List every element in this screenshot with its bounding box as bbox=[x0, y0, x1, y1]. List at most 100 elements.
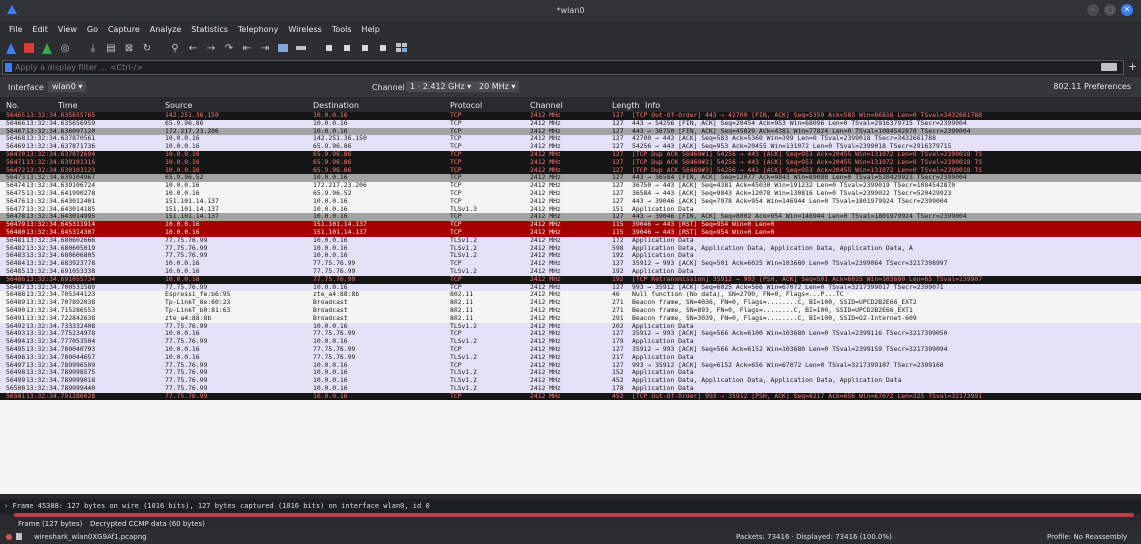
normal-size-icon[interactable] bbox=[358, 41, 372, 55]
packet-row[interactable]: 56485 13:32:34.691053338 10.0.0.16 77.75.76… bbox=[0, 267, 1141, 276]
start-capture-icon[interactable] bbox=[4, 41, 18, 55]
go-forward-icon[interactable]: → bbox=[204, 41, 218, 55]
capture-options-icon[interactable]: ◎ bbox=[58, 41, 72, 55]
autoscroll-icon[interactable] bbox=[276, 41, 290, 55]
menu-capture[interactable]: Capture bbox=[103, 25, 145, 34]
packet-row[interactable]: 56471 13:32:34.639101316 10.0.0.16 65.9.96.… bbox=[0, 158, 1141, 167]
column-time[interactable]: Time bbox=[58, 101, 78, 110]
go-last-icon[interactable]: ⇥ bbox=[258, 41, 272, 55]
packet-row[interactable]: 56486 13:32:34.691055734 10.0.0.16 77.75.76… bbox=[0, 275, 1141, 284]
close-file-icon[interactable]: ⊠ bbox=[122, 41, 136, 55]
column-info[interactable]: Info bbox=[645, 101, 660, 110]
menu-go[interactable]: Go bbox=[82, 25, 103, 34]
stop-capture-icon[interactable] bbox=[22, 41, 36, 55]
packet-row[interactable]: 56493 13:32:34.775234978 10.0.0.16 77.75.76… bbox=[0, 330, 1141, 339]
colorize-icon[interactable] bbox=[294, 41, 308, 55]
minimize-button[interactable]: – bbox=[1087, 4, 1099, 16]
packet-row[interactable]: 56496 13:32:34.780044657 10.0.0.16 77.75.76… bbox=[0, 353, 1141, 362]
menu-help[interactable]: Help bbox=[357, 25, 385, 34]
go-first-icon[interactable]: ⇤ bbox=[240, 41, 254, 55]
packet-list[interactable]: 56465 13:32:34.635655765 142.251.36.150 10.… bbox=[0, 112, 1141, 494]
packet-row[interactable]: 56467 13:32:34.636097120 172.217.23.206 10.… bbox=[0, 127, 1141, 136]
maximize-button[interactable]: □ bbox=[1104, 4, 1116, 16]
packet-row[interactable]: 56499 13:32:34.789999018 77.75.76.99 10.0.0… bbox=[0, 377, 1141, 385]
packet-row[interactable]: 56482 13:32:34.680605019 77.75.76.99 10.0.0… bbox=[0, 244, 1141, 253]
packet-row[interactable]: 56473 13:32:34.639104967 65.9.96.52 10.0.0.… bbox=[0, 174, 1141, 183]
filter-apply-icon[interactable] bbox=[1101, 63, 1117, 71]
resize-columns-icon[interactable] bbox=[376, 41, 390, 55]
packet-row[interactable]: 56495 13:32:34.780040793 10.0.0.16 77.75.76… bbox=[0, 345, 1141, 354]
menu-edit[interactable]: Edit bbox=[27, 25, 53, 34]
packet-row[interactable]: 56480 13:32:34.645314307 10.0.0.16 151.101.… bbox=[0, 228, 1141, 237]
packet-proto: TCP bbox=[450, 135, 462, 143]
column-protocol[interactable]: Protocol bbox=[450, 101, 482, 110]
bandwidth-select[interactable]: 20 MHz ▾ bbox=[475, 81, 520, 92]
column-length[interactable]: Length bbox=[612, 101, 640, 110]
packet-row[interactable]: 56490 13:32:34.715286553 Tp-LinkT_b0:81:63… bbox=[0, 306, 1141, 315]
packet-row[interactable]: 56491 13:32:34.722842638 zte_a4:88:8b Broad… bbox=[0, 314, 1141, 323]
save-file-icon[interactable]: ▤ bbox=[104, 41, 118, 55]
go-back-icon[interactable]: ← bbox=[186, 41, 200, 55]
tab-decrypted-ccmp[interactable]: Decrypted CCMP data (60 bytes) bbox=[90, 520, 205, 528]
expert-info-icon[interactable] bbox=[6, 534, 12, 540]
capture-comment-icon[interactable] bbox=[16, 533, 22, 540]
packet-row[interactable]: 56497 13:32:34.789996509 77.75.76.99 10.0.0… bbox=[0, 361, 1141, 370]
packet-row[interactable]: 56488 13:32:34.705344123 Espressi_fe:b6:95… bbox=[0, 291, 1141, 300]
profile-selector[interactable]: Profile: No Reassembly bbox=[1047, 533, 1127, 541]
close-button[interactable]: ✕ bbox=[1121, 4, 1133, 16]
packet-row[interactable]: 56478 13:32:34.643014995 151.101.14.137 10.… bbox=[0, 213, 1141, 222]
packet-row[interactable]: 56494 13:32:34.777053504 77.75.76.99 10.0.0… bbox=[0, 338, 1141, 346]
packet-row[interactable]: 56489 13:32:34.707892038 Tp-LinkT_8e:60:23… bbox=[0, 299, 1141, 307]
packet-row[interactable]: 56498 13:32:34.789998575 77.75.76.99 10.0.0… bbox=[0, 369, 1141, 378]
menu-view[interactable]: View bbox=[53, 25, 82, 34]
restart-capture-icon[interactable] bbox=[40, 41, 54, 55]
packet-row[interactable]: 56472 13:32:34.639103123 10.0.0.16 65.9.96.… bbox=[0, 166, 1141, 175]
grid-view-icon[interactable] bbox=[394, 41, 408, 55]
column-no[interactable]: No. bbox=[6, 101, 19, 110]
packet-row[interactable]: 56487 13:32:34.700531580 77.75.76.99 10.0.0… bbox=[0, 283, 1141, 292]
menu-analyze[interactable]: Analyze bbox=[145, 25, 187, 34]
reload-file-icon[interactable]: ↻ bbox=[140, 41, 154, 55]
packet-src: 10.0.0.16 bbox=[165, 135, 200, 143]
menu-file[interactable]: File bbox=[4, 25, 27, 34]
packet-row[interactable]: 56477 13:32:34.643014185 151.101.14.137 10.… bbox=[0, 205, 1141, 214]
frame-summary[interactable]: › Frame 45388: 127 bytes on wire (1016 b… bbox=[4, 502, 430, 510]
display-filter-input[interactable] bbox=[15, 61, 1085, 74]
packet-row[interactable]: 56483 13:32:34.680606805 77.75.76.99 10.0.0… bbox=[0, 252, 1141, 261]
wireless-preferences-button[interactable]: 802.11 Preferences bbox=[1049, 81, 1135, 92]
column-source[interactable]: Source bbox=[165, 101, 192, 110]
find-packet-icon[interactable]: ⚲ bbox=[168, 41, 182, 55]
packet-row[interactable]: 56500 13:32:34.789999440 77.75.76.99 10.0.0… bbox=[0, 384, 1141, 393]
packet-no: 56480 bbox=[6, 228, 26, 236]
packet-row[interactable]: 56466 13:32:34.635656959 65.9.96.86 10.0.0.… bbox=[0, 119, 1141, 128]
tab-frame-bytes[interactable]: Frame (127 bytes) bbox=[18, 520, 82, 528]
menu-telephony[interactable]: Telephony bbox=[233, 25, 283, 34]
packet-time: 13:32:34.791286028 bbox=[26, 392, 96, 400]
packet-len: 151 bbox=[612, 205, 624, 213]
packet-row[interactable]: 56475 13:32:34.641990278 10.0.0.16 65.9.96.… bbox=[0, 189, 1141, 198]
packet-row[interactable]: 56501 13:32:34.791286028 77.75.76.99 10.0.0… bbox=[0, 392, 1141, 401]
packet-row[interactable]: 56468 13:32:34.637870561 10.0.0.16 142.251.… bbox=[0, 135, 1141, 144]
packet-row[interactable]: 56481 13:32:34.680602666 77.75.76.99 10.0.0… bbox=[0, 236, 1141, 245]
zoom-in-icon[interactable] bbox=[322, 41, 336, 55]
go-to-packet-icon[interactable]: ↷ bbox=[222, 41, 236, 55]
interface-select[interactable]: wlan0 ▾ bbox=[48, 81, 87, 92]
column-destination[interactable]: Destination bbox=[313, 101, 359, 110]
add-filter-button[interactable]: + bbox=[1128, 60, 1137, 73]
menu-wireless[interactable]: Wireless bbox=[283, 25, 326, 34]
channel-select[interactable]: 1 · 2.412 GHz ▾ bbox=[406, 81, 476, 92]
packet-row[interactable]: 56470 13:32:34.637872694 10.0.0.16 65.9.96.… bbox=[0, 150, 1141, 159]
bookmark-icon[interactable] bbox=[5, 63, 12, 72]
open-file-icon[interactable]: ⤓ bbox=[86, 41, 100, 55]
packet-row[interactable]: 56474 13:32:34.639106724 10.0.0.16 172.217.… bbox=[0, 182, 1141, 190]
packet-row[interactable]: 56479 13:32:34.645311914 10.0.0.16 151.101.… bbox=[0, 221, 1141, 229]
column-channel[interactable]: Channel bbox=[530, 101, 563, 110]
packet-row[interactable]: 56492 13:32:34.733332408 77.75.76.99 10.0.0… bbox=[0, 322, 1141, 331]
packet-row[interactable]: 56476 13:32:34.643012401 151.101.14.137 10.… bbox=[0, 197, 1141, 206]
packet-row[interactable]: 56484 13:32:34.683923778 10.0.0.16 77.75.76… bbox=[0, 260, 1141, 268]
menu-statistics[interactable]: Statistics bbox=[186, 25, 233, 34]
zoom-out-icon[interactable] bbox=[340, 41, 354, 55]
packet-row[interactable]: 56469 13:32:34.637871736 10.0.0.16 65.9.96.… bbox=[0, 143, 1141, 151]
menu-tools[interactable]: Tools bbox=[327, 25, 357, 34]
packet-row[interactable]: 56465 13:32:34.635655765 142.251.36.150 10.… bbox=[0, 112, 1141, 120]
